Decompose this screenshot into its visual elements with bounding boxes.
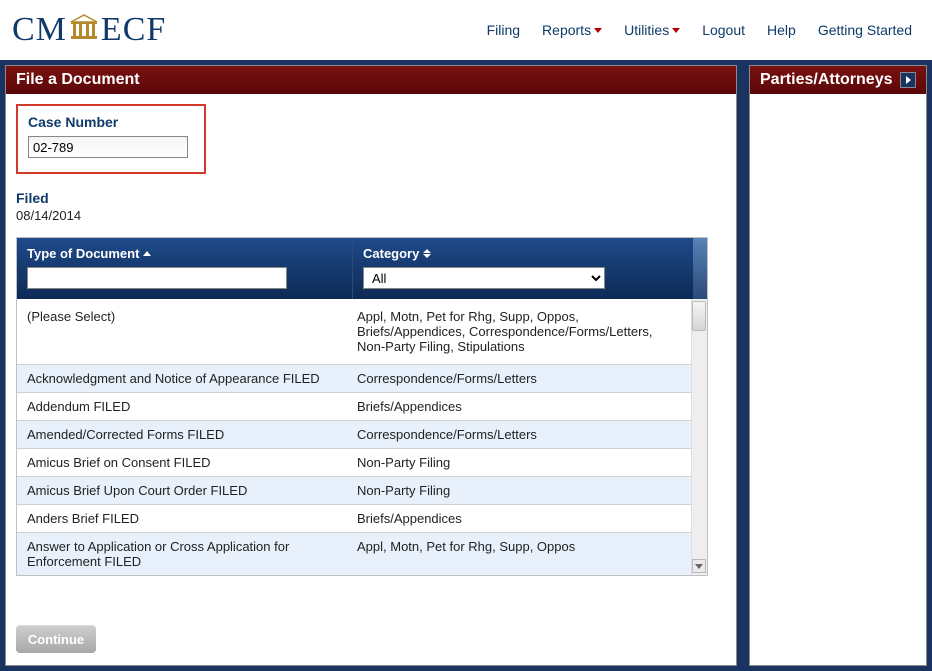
nav-getting-started[interactable]: Getting Started (818, 22, 912, 38)
main-panel-body: Case Number Filed 08/14/2014 Type of Doc… (6, 94, 736, 665)
case-number-input[interactable] (28, 136, 188, 158)
cell-doc: Amicus Brief on Consent FILED (17, 449, 353, 476)
cat-filter-select[interactable]: All (363, 267, 605, 289)
table-row[interactable]: Anders Brief FILED Briefs/Appendices (17, 504, 707, 532)
cell-doc: Amicus Brief Upon Court Order FILED (17, 477, 353, 504)
grid-header-edge (693, 238, 707, 299)
building-icon (69, 11, 99, 49)
filed-label: Filed (16, 190, 726, 206)
main-panel-header: File a Document (6, 66, 736, 94)
scrollbar[interactable] (691, 299, 707, 575)
case-number-box: Case Number (16, 104, 206, 174)
nav-utilities[interactable]: Utilities (624, 22, 680, 38)
nav-help[interactable]: Help (767, 22, 796, 38)
cell-cat: Non-Party Filing (353, 477, 691, 504)
col-header-cat[interactable]: Category All (353, 238, 693, 299)
continue-button[interactable]: Continue (16, 625, 96, 653)
sort-asc-icon (143, 251, 151, 256)
logo: CM ECF (12, 11, 166, 49)
cell-doc: Addendum FILED (17, 393, 353, 420)
grid-header: Type of Document Category All (17, 238, 707, 299)
table-row[interactable]: Amicus Brief Upon Court Order FILED Non-… (17, 476, 707, 504)
main-panel: File a Document Case Number Filed 08/14/… (5, 65, 737, 666)
col-header-doc[interactable]: Type of Document (17, 238, 353, 299)
table-row[interactable]: Amended/Corrected Forms FILED Correspond… (17, 420, 707, 448)
layout: File a Document Case Number Filed 08/14/… (0, 60, 932, 671)
filed-value: 08/14/2014 (16, 208, 726, 223)
caret-down-icon (672, 28, 680, 33)
grid-rows: (Please Select) Appl, Motn, Pet for Rhg,… (17, 299, 707, 575)
cell-doc: (Please Select) (17, 299, 353, 364)
case-number-label: Case Number (28, 114, 194, 130)
cell-cat: Appl, Motn, Pet for Rhg, Supp, Oppos, Br… (353, 299, 691, 364)
top-header: CM ECF Filing Reports Utilities Logout H… (0, 0, 932, 60)
scroll-down-icon[interactable] (692, 559, 706, 573)
col-header-doc-label: Type of Document (27, 246, 139, 261)
table-row[interactable]: Addendum FILED Briefs/Appendices (17, 392, 707, 420)
top-nav: Filing Reports Utilities Logout Help Get… (487, 22, 912, 38)
sort-both-icon (423, 249, 431, 258)
document-grid: Type of Document Category All (16, 237, 708, 576)
side-panel-body (750, 94, 926, 110)
nav-reports-label: Reports (542, 22, 591, 38)
nav-reports[interactable]: Reports (542, 22, 602, 38)
side-panel: Parties/Attorneys (749, 65, 927, 666)
expand-icon[interactable] (900, 72, 916, 88)
main-panel-title: File a Document (16, 71, 140, 89)
doc-filter-input[interactable] (27, 267, 287, 289)
nav-utilities-label: Utilities (624, 22, 669, 38)
cell-cat: Appl, Motn, Pet for Rhg, Supp, Oppos (353, 533, 691, 575)
cell-cat: Non-Party Filing (353, 449, 691, 476)
side-panel-header: Parties/Attorneys (750, 66, 926, 94)
side-panel-title: Parties/Attorneys (760, 71, 893, 89)
scroll-thumb[interactable] (692, 301, 706, 331)
cell-doc: Anders Brief FILED (17, 505, 353, 532)
cell-doc: Answer to Application or Cross Applicati… (17, 533, 353, 575)
caret-down-icon (594, 28, 602, 33)
logo-text-right: ECF (101, 11, 166, 49)
cell-doc: Amended/Corrected Forms FILED (17, 421, 353, 448)
table-row[interactable]: Answer to Application or Cross Applicati… (17, 532, 707, 575)
cell-cat: Correspondence/Forms/Letters (353, 421, 691, 448)
table-row[interactable]: (Please Select) Appl, Motn, Pet for Rhg,… (17, 299, 707, 364)
nav-filing[interactable]: Filing (487, 22, 520, 38)
nav-logout[interactable]: Logout (702, 22, 745, 38)
cell-cat: Briefs/Appendices (353, 393, 691, 420)
col-header-cat-label: Category (363, 246, 419, 261)
cell-cat: Briefs/Appendices (353, 505, 691, 532)
cell-cat: Correspondence/Forms/Letters (353, 365, 691, 392)
table-row[interactable]: Acknowledgment and Notice of Appearance … (17, 364, 707, 392)
table-row[interactable]: Amicus Brief on Consent FILED Non-Party … (17, 448, 707, 476)
cell-doc: Acknowledgment and Notice of Appearance … (17, 365, 353, 392)
logo-text-left: CM (12, 11, 67, 49)
